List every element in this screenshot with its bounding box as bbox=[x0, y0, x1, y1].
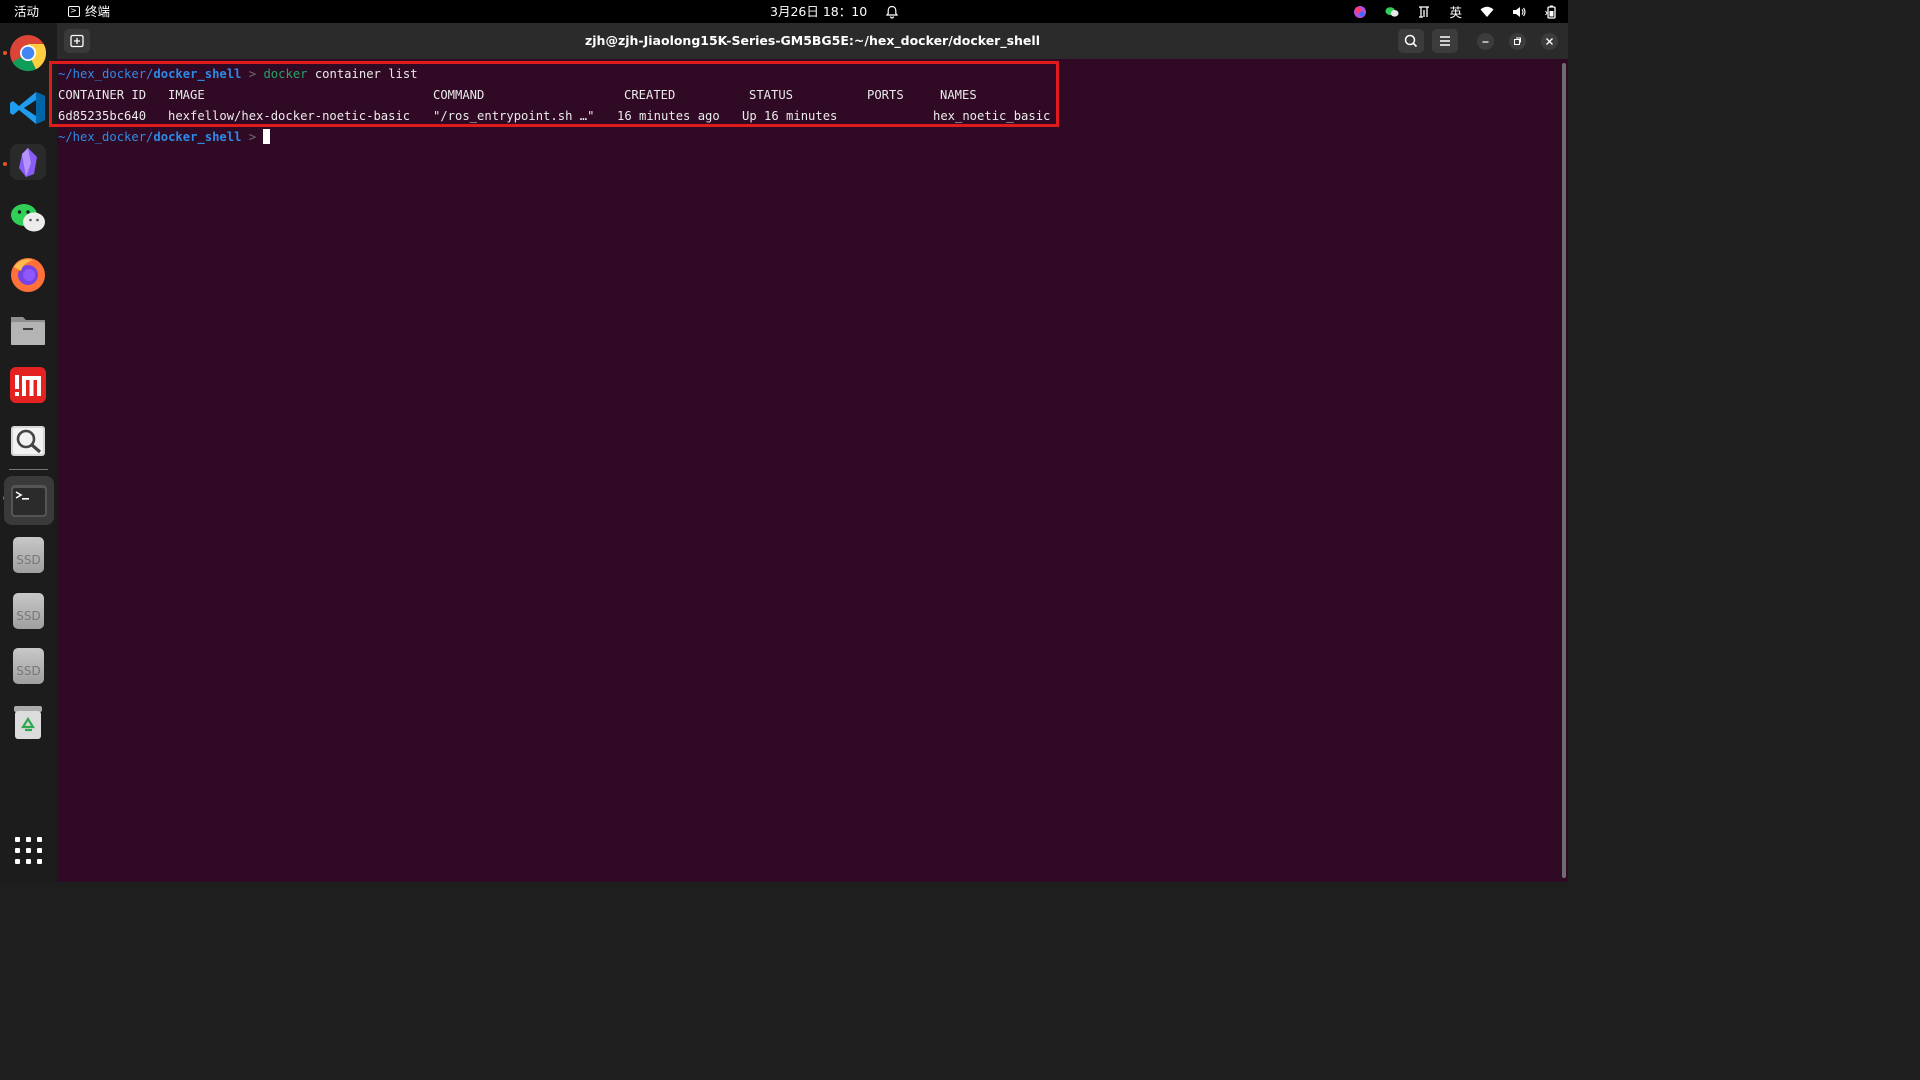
prompt-path-dir: docker_shell bbox=[153, 67, 242, 81]
activities-button[interactable]: 活动 bbox=[14, 4, 39, 19]
restore-icon bbox=[1514, 37, 1521, 45]
mindmaster-icon[interactable] bbox=[9, 366, 47, 404]
ssd-drive-icon[interactable]: SSD bbox=[13, 593, 44, 629]
battery-icon[interactable] bbox=[1544, 5, 1558, 19]
color-picker-icon[interactable] bbox=[1353, 5, 1367, 19]
new-tab-button[interactable] bbox=[64, 29, 90, 53]
column-header-command: COMMAND bbox=[433, 88, 485, 102]
hamburger-menu-icon bbox=[1440, 36, 1450, 46]
close-button[interactable] bbox=[1541, 33, 1558, 50]
wifi-icon[interactable] bbox=[1480, 5, 1494, 19]
cell-command: "/ros_entrypoint.sh …" bbox=[433, 109, 595, 123]
terminal-window: zjh@zjh-Jiaolong15K-Series-GM5BG5E:~/hex… bbox=[49, 23, 1568, 882]
app-menu[interactable]: 终端 bbox=[68, 3, 111, 19]
table-row: 6d85235bc640 hexfellow/hex-docker-noetic… bbox=[58, 106, 1058, 126]
terminal-icon[interactable] bbox=[10, 482, 48, 520]
files-icon[interactable] bbox=[9, 311, 47, 349]
minimize-icon bbox=[1482, 41, 1489, 43]
maximize-button[interactable] bbox=[1509, 33, 1526, 50]
prompt-line: ~/hex_docker/docker_shell > bbox=[58, 127, 271, 147]
prompt-line: ~/hex_docker/docker_shell > docker conta… bbox=[58, 64, 418, 84]
prompt-path-prefix: ~/hex_docker/ bbox=[58, 67, 154, 81]
clock-label: 3月26日 18：10 bbox=[770, 4, 868, 19]
minimize-button[interactable] bbox=[1477, 33, 1494, 50]
column-header-names: NAMES bbox=[940, 88, 977, 102]
dock-separator bbox=[9, 469, 48, 470]
menu-button[interactable] bbox=[1432, 29, 1458, 53]
search-button[interactable] bbox=[1398, 29, 1424, 53]
bell-icon bbox=[885, 5, 899, 18]
image-viewer-icon[interactable] bbox=[9, 422, 47, 460]
new-tab-icon bbox=[70, 34, 84, 48]
running-indicator bbox=[3, 51, 7, 55]
ssd-drive-icon[interactable]: SSD bbox=[13, 648, 44, 684]
column-header-image: IMAGE bbox=[168, 88, 205, 102]
prompt-arrow: > bbox=[241, 130, 264, 144]
command-args: container list bbox=[307, 67, 418, 81]
window-title: zjh@zjh-Jiaolong15K-Series-GM5BG5E:~/hex… bbox=[585, 33, 1040, 48]
show-apps-icon[interactable] bbox=[15, 837, 42, 864]
cell-image: hexfellow/hex-docker-noetic-basic bbox=[168, 109, 411, 123]
scrollbar[interactable] bbox=[1562, 63, 1566, 878]
prompt-path-dir: docker_shell bbox=[153, 130, 242, 144]
top-bar: 活动 终端 3月26日 18：10 英 bbox=[0, 0, 1568, 23]
chrome-icon[interactable] bbox=[9, 34, 47, 72]
text-cursor bbox=[263, 129, 271, 144]
dock: SSD SSD SSD bbox=[0, 23, 57, 882]
title-bar[interactable]: zjh@zjh-Jiaolong15K-Series-GM5BG5E:~/hex… bbox=[57, 23, 1568, 59]
command-name: docker bbox=[263, 67, 308, 81]
language-indicator[interactable]: 英 bbox=[1449, 2, 1462, 21]
column-header-ports: PORTS bbox=[867, 88, 904, 102]
terminal-icon bbox=[68, 3, 80, 18]
table-header-row: CONTAINER ID IMAGE COMMAND CREATED STATU… bbox=[58, 85, 1058, 105]
input-method-icon[interactable] bbox=[1417, 5, 1431, 19]
firefox-icon[interactable] bbox=[9, 255, 47, 293]
cell-names: hex_noetic_basic bbox=[933, 109, 1051, 123]
wechat-icon[interactable] bbox=[9, 199, 47, 237]
prompt-path-prefix: ~/hex_docker/ bbox=[58, 130, 154, 144]
cell-container-id: 6d85235bc640 bbox=[58, 109, 147, 123]
ssd-drive-icon[interactable]: SSD bbox=[13, 537, 44, 573]
system-tray: 英 bbox=[1353, 3, 1558, 20]
clock[interactable]: 3月26日 18：10 bbox=[770, 4, 899, 19]
close-icon bbox=[1546, 38, 1553, 45]
prompt-arrow: > bbox=[241, 67, 264, 81]
terminal-output[interactable]: ~/hex_docker/docker_shell > docker conta… bbox=[49, 59, 1557, 882]
vscode-icon[interactable] bbox=[9, 89, 47, 127]
column-header-container-id: CONTAINER ID bbox=[58, 88, 147, 102]
column-header-created: CREATED bbox=[624, 88, 676, 102]
column-header-status: STATUS bbox=[749, 88, 794, 102]
obsidian-icon[interactable] bbox=[9, 143, 47, 181]
trash-icon[interactable] bbox=[9, 703, 47, 741]
cell-status: Up 16 minutes bbox=[742, 109, 838, 123]
running-indicator bbox=[3, 162, 7, 166]
cell-created: 16 minutes ago bbox=[617, 109, 720, 123]
wechat-tray-icon[interactable] bbox=[1385, 5, 1400, 19]
app-menu-label: 终端 bbox=[85, 4, 111, 19]
volume-icon[interactable] bbox=[1512, 5, 1526, 19]
search-icon bbox=[1404, 34, 1418, 48]
